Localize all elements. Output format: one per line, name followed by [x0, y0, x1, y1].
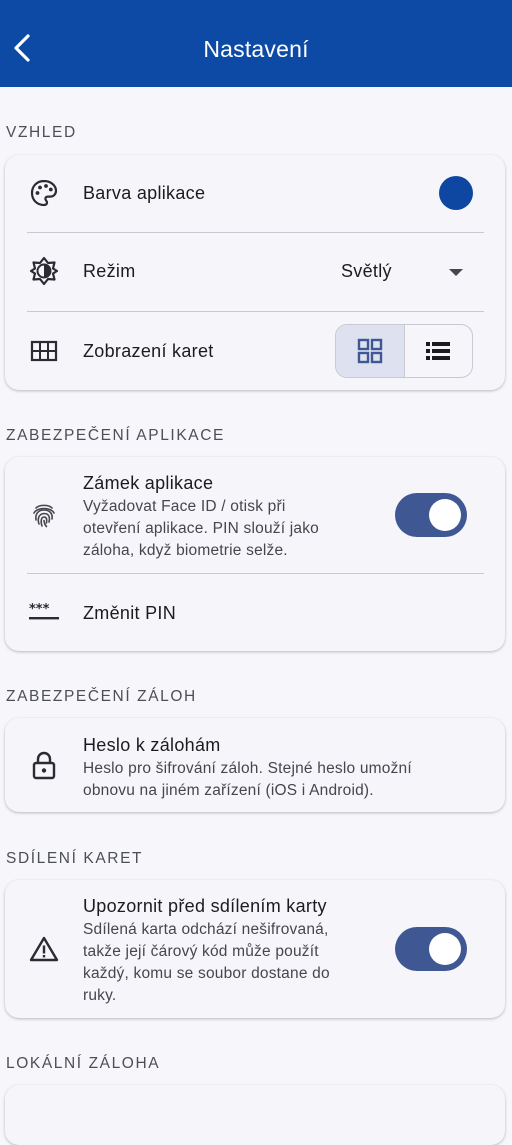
app-color-label: Barva aplikace: [83, 183, 206, 203]
list-view-icon: [426, 342, 451, 360]
brightness-icon: [29, 256, 59, 286]
app-security-card: Zámek aplikace Vyžadovat Face ID / otisk…: [5, 457, 505, 651]
section-header-local-backup: LOKÁLNÍ ZÁLOHA: [6, 1055, 161, 1072]
app-lock-description-line2: otevření aplikace. PIN slouží jako: [83, 520, 319, 537]
app-color-row[interactable]: Barva aplikace: [5, 155, 505, 232]
section-header-app-security: ZABEZPEČENÍ APLIKACE: [6, 427, 225, 444]
change-pin-label: Změnit PIN: [83, 603, 177, 623]
grid-view-option[interactable]: [336, 325, 404, 377]
section-header-backup-security: ZABEZPEČENÍ ZÁLOH: [6, 688, 197, 705]
app-lock-description-line1: Vyžadovat Face ID / otisk při: [83, 498, 286, 515]
card-sharing-card: Upozornit před sdílením karty Sdílená ka…: [5, 880, 505, 1018]
change-pin-row[interactable]: *** Změnit PIN: [5, 574, 505, 651]
mode-label: Režim: [83, 261, 136, 281]
backup-password-description-line1: Heslo pro šifrování záloh. Stejné heslo …: [83, 760, 412, 777]
app-lock-label: Zámek aplikace: [83, 473, 214, 493]
app-lock-switch[interactable]: [395, 493, 467, 537]
page-title: Nastavení: [203, 36, 309, 62]
appearance-card: Barva aplikace Režim Světlý Zobrazení ka…: [5, 155, 505, 390]
app-lock-row[interactable]: Zámek aplikace Vyžadovat Face ID / otisk…: [5, 457, 505, 573]
app-bar: Nastavení: [0, 0, 512, 87]
card-view-toggle: [335, 324, 473, 378]
warn-share-description-line1: Sdílená karta odchází nešifrovaná,: [83, 921, 329, 938]
warn-share-switch[interactable]: [395, 927, 467, 971]
password-icon: ***: [29, 597, 59, 627]
grid-icon: [29, 336, 59, 366]
backup-password-description-line2: obnovu na jiném zařízení (iOS i Android)…: [83, 782, 374, 799]
backup-security-card: Heslo k zálohám Heslo pro šifrování zálo…: [5, 718, 505, 812]
list-view-option[interactable]: [405, 325, 473, 377]
mode-value: Světlý: [341, 261, 392, 281]
switch-knob: [429, 499, 461, 531]
warn-share-description-line4: ruky.: [83, 987, 117, 1004]
backup-password-label: Heslo k zálohám: [83, 735, 221, 755]
warn-share-description-line2: takže její čárový kód může použít: [83, 943, 319, 960]
switch-knob: [429, 933, 461, 965]
app-lock-description-line3: záloha, když biometrie selže.: [83, 542, 288, 559]
lock-icon: [29, 750, 59, 780]
dropdown-arrow-icon: [449, 269, 463, 276]
section-header-appearance: VZHLED: [6, 124, 77, 141]
warn-share-label: Upozornit před sdílením karty: [83, 896, 327, 916]
backup-password-row[interactable]: Heslo k zálohám Heslo pro šifrování zálo…: [5, 718, 505, 812]
section-header-card-sharing: SDÍLENÍ KARET: [6, 850, 144, 867]
app-color-swatch[interactable]: [439, 176, 473, 210]
warn-share-description-line3: každý, komu se soubor dostane do: [83, 965, 330, 982]
mode-dropdown[interactable]: Světlý: [341, 261, 471, 285]
fingerprint-icon: [29, 500, 59, 530]
card-view-row: Zobrazení karet: [5, 312, 505, 390]
warn-share-row[interactable]: Upozornit před sdílením karty Sdílená ka…: [5, 880, 505, 1018]
warning-icon: [29, 934, 59, 964]
svg-text:***: ***: [29, 602, 50, 617]
card-view-label: Zobrazení karet: [83, 341, 214, 361]
grid-view-icon: [357, 338, 382, 364]
local-backup-card: [5, 1085, 505, 1145]
palette-icon: [29, 178, 59, 208]
mode-row: Režim Světlý: [5, 233, 505, 311]
